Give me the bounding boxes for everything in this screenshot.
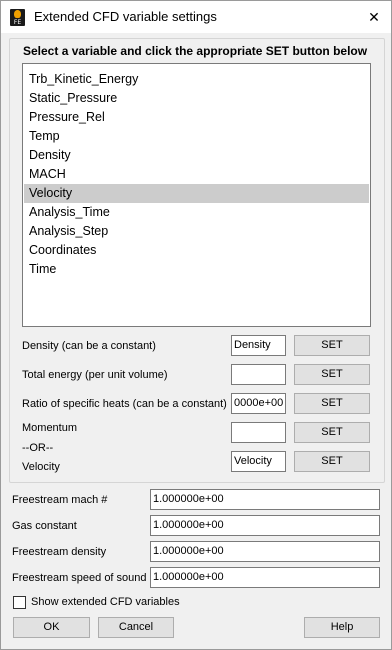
momentum-label: Momentum (22, 422, 78, 434)
cancel-button[interactable]: Cancel (98, 617, 174, 638)
density-set-button[interactable]: SET (294, 335, 370, 356)
density-field[interactable]: Density (231, 335, 286, 356)
freestream-speed-of-sound-label: Freestream speed of sound (12, 572, 147, 584)
variable-listbox[interactable]: Trb_Kinetic_Energy Static_Pressure Press… (22, 63, 371, 327)
ratio-specific-heats-set-button[interactable]: SET (294, 393, 370, 414)
freestream-density-field[interactable]: 1.000000e+00 (150, 541, 380, 562)
ok-button[interactable]: OK (13, 617, 90, 638)
gas-constant-field[interactable]: 1.000000e+00 (150, 515, 380, 536)
list-item[interactable]: Trb_Kinetic_Energy (24, 70, 369, 89)
freestream-speed-of-sound-field[interactable]: 1.000000e+00 (150, 567, 380, 588)
list-item[interactable]: Static_Pressure (24, 89, 369, 108)
show-extended-checkbox[interactable] (13, 596, 26, 609)
list-item[interactable]: Coordinates (24, 241, 369, 260)
momentum-field[interactable] (231, 422, 286, 443)
total-energy-set-button[interactable]: SET (294, 364, 370, 385)
freestream-mach-label: Freestream mach # (12, 494, 108, 506)
app-logo-icon: FE (10, 9, 25, 26)
velocity-field[interactable]: Velocity (231, 451, 286, 472)
gas-constant-label: Gas constant (12, 520, 77, 532)
list-item[interactable]: Time (24, 260, 369, 279)
list-item-selected[interactable]: Velocity (24, 184, 369, 203)
velocity-label: Velocity (22, 461, 60, 473)
freestream-density-label: Freestream density (12, 546, 107, 558)
list-item[interactable]: Temp (24, 127, 369, 146)
freestream-mach-field[interactable]: 1.000000e+00 (150, 489, 380, 510)
list-item[interactable]: MACH (24, 165, 369, 184)
velocity-set-button[interactable]: SET (294, 451, 370, 472)
density-label: Density (can be a constant) (22, 340, 156, 352)
show-extended-label: Show extended CFD variables (31, 596, 180, 608)
dialog-window: FE Extended CFD variable settings ✕ Sele… (0, 0, 392, 650)
ratio-specific-heats-field[interactable]: 0000e+00 (231, 393, 286, 414)
window-title: Extended CFD variable settings (34, 9, 217, 24)
title-bar[interactable]: FE Extended CFD variable settings ✕ (1, 1, 391, 33)
group-title: Select a variable and click the appropri… (23, 44, 368, 58)
ratio-specific-heats-label: Ratio of specific heats (can be a consta… (22, 398, 227, 410)
momentum-set-button[interactable]: SET (294, 422, 370, 443)
list-item[interactable]: Pressure_Rel (24, 108, 369, 127)
help-button[interactable]: Help (304, 617, 380, 638)
list-item[interactable]: Analysis_Time (24, 203, 369, 222)
list-item[interactable]: Density (24, 146, 369, 165)
total-energy-field[interactable] (231, 364, 286, 385)
close-icon[interactable]: ✕ (363, 6, 385, 28)
total-energy-label: Total energy (per unit volume) (22, 369, 168, 381)
or-label: --OR-- (22, 442, 54, 454)
list-item[interactable]: Analysis_Step (24, 222, 369, 241)
